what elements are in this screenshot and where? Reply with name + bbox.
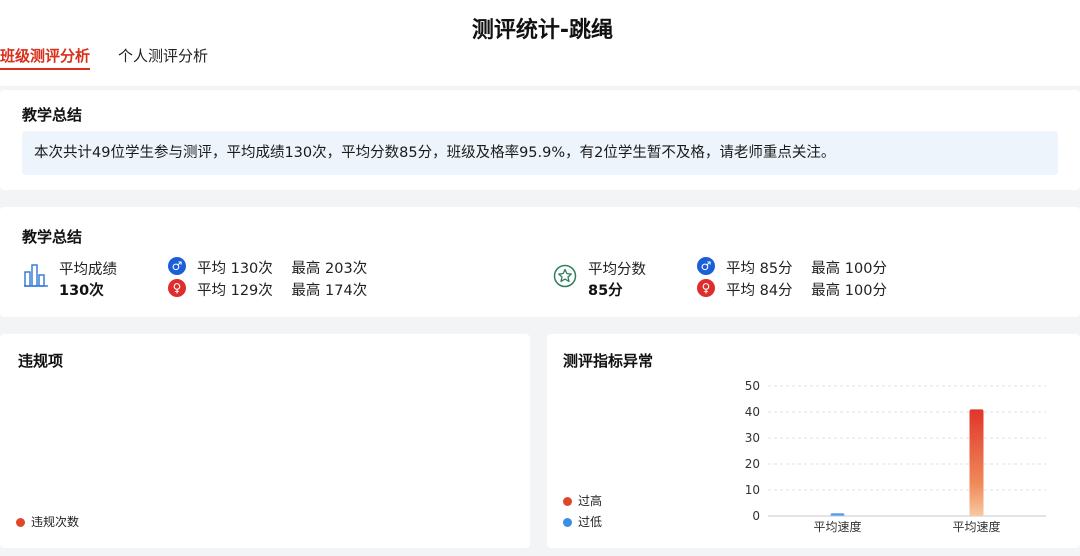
points-male-row: 平均 85分 最高 100分 — [726, 257, 887, 278]
points-male-avg: 平均 85分 — [726, 261, 793, 277]
tab-class-analysis[interactable]: 班级测评分析 — [0, 44, 91, 70]
score-female-avg: 平均 129次 — [197, 283, 273, 299]
bar-high[interactable] — [969, 409, 984, 516]
violations-legend[interactable]: 违规次数 — [16, 513, 79, 530]
y-tick-label: 30 — [745, 431, 760, 445]
anomaly-title: 测评指标异常 — [563, 352, 654, 370]
score-male-row: 平均 130次 最高 203次 — [197, 257, 367, 278]
female-icon: ♀ — [697, 279, 715, 297]
legend-item-high[interactable]: 过高 — [563, 492, 602, 509]
legend-dot-icon — [563, 497, 572, 506]
points-value: 85分 — [588, 283, 623, 299]
y-tick-label: 50 — [745, 379, 760, 393]
y-tick-label: 10 — [745, 483, 760, 497]
score-female-max: 最高 174次 — [291, 283, 368, 299]
violations-card — [0, 334, 530, 548]
bar-chart-icon — [24, 264, 48, 287]
score-label: 平均成绩 — [59, 262, 117, 278]
bar-low[interactable] — [830, 513, 845, 516]
stats-card — [0, 207, 1080, 317]
legend-dot-icon — [563, 518, 572, 527]
page-header: 测评统计-跳绳 班级测评分析 个人测评分析 — [0, 0, 1080, 86]
tab-personal-analysis[interactable]: 个人测评分析 — [118, 44, 208, 70]
violations-title: 违规项 — [18, 352, 64, 370]
page-title: 测评统计-跳绳 — [471, 18, 614, 43]
score-female-row: 平均 129次 最高 174次 — [197, 279, 367, 300]
score-male-avg: 平均 130次 — [197, 261, 273, 277]
anomaly-bar-chart: 0 10 20 30 40 50 平均速度 平均速度 — [745, 379, 1046, 534]
summary-title: 教学总结 — [22, 106, 83, 124]
y-tick-label: 40 — [745, 405, 760, 419]
x-tick-label: 平均速度 — [952, 519, 1000, 534]
male-icon: ♂ — [168, 257, 186, 275]
male-icon: ♂ — [697, 257, 715, 275]
score-value: 130次 — [59, 283, 104, 299]
legend-dot-icon — [16, 518, 25, 527]
female-icon: ♀ — [168, 279, 186, 297]
x-tick-label: 平均速度 — [813, 519, 861, 534]
star-badge-icon — [553, 264, 577, 288]
points-label: 平均分数 — [588, 262, 646, 278]
summary-text: 本次共计49位学生参与测评，平均成绩130次，平均分数85分，班级及格率95.9… — [22, 131, 1058, 175]
points-female-row: 平均 84分 最高 100分 — [726, 279, 887, 300]
violations-legend-label: 违规次数 — [31, 515, 80, 529]
score-male-max: 最高 203次 — [291, 261, 368, 277]
points-female-max: 最高 100分 — [811, 283, 887, 299]
legend-label-low: 过低 — [578, 515, 603, 529]
legend-label-high: 过高 — [578, 494, 603, 508]
legend-item-low[interactable]: 过低 — [563, 513, 602, 530]
points-male-max: 最高 100分 — [811, 261, 887, 277]
y-tick-label: 20 — [745, 457, 760, 471]
y-tick-label: 0 — [752, 509, 760, 523]
stats-title: 教学总结 — [22, 228, 83, 246]
points-female-avg: 平均 84分 — [726, 283, 793, 299]
